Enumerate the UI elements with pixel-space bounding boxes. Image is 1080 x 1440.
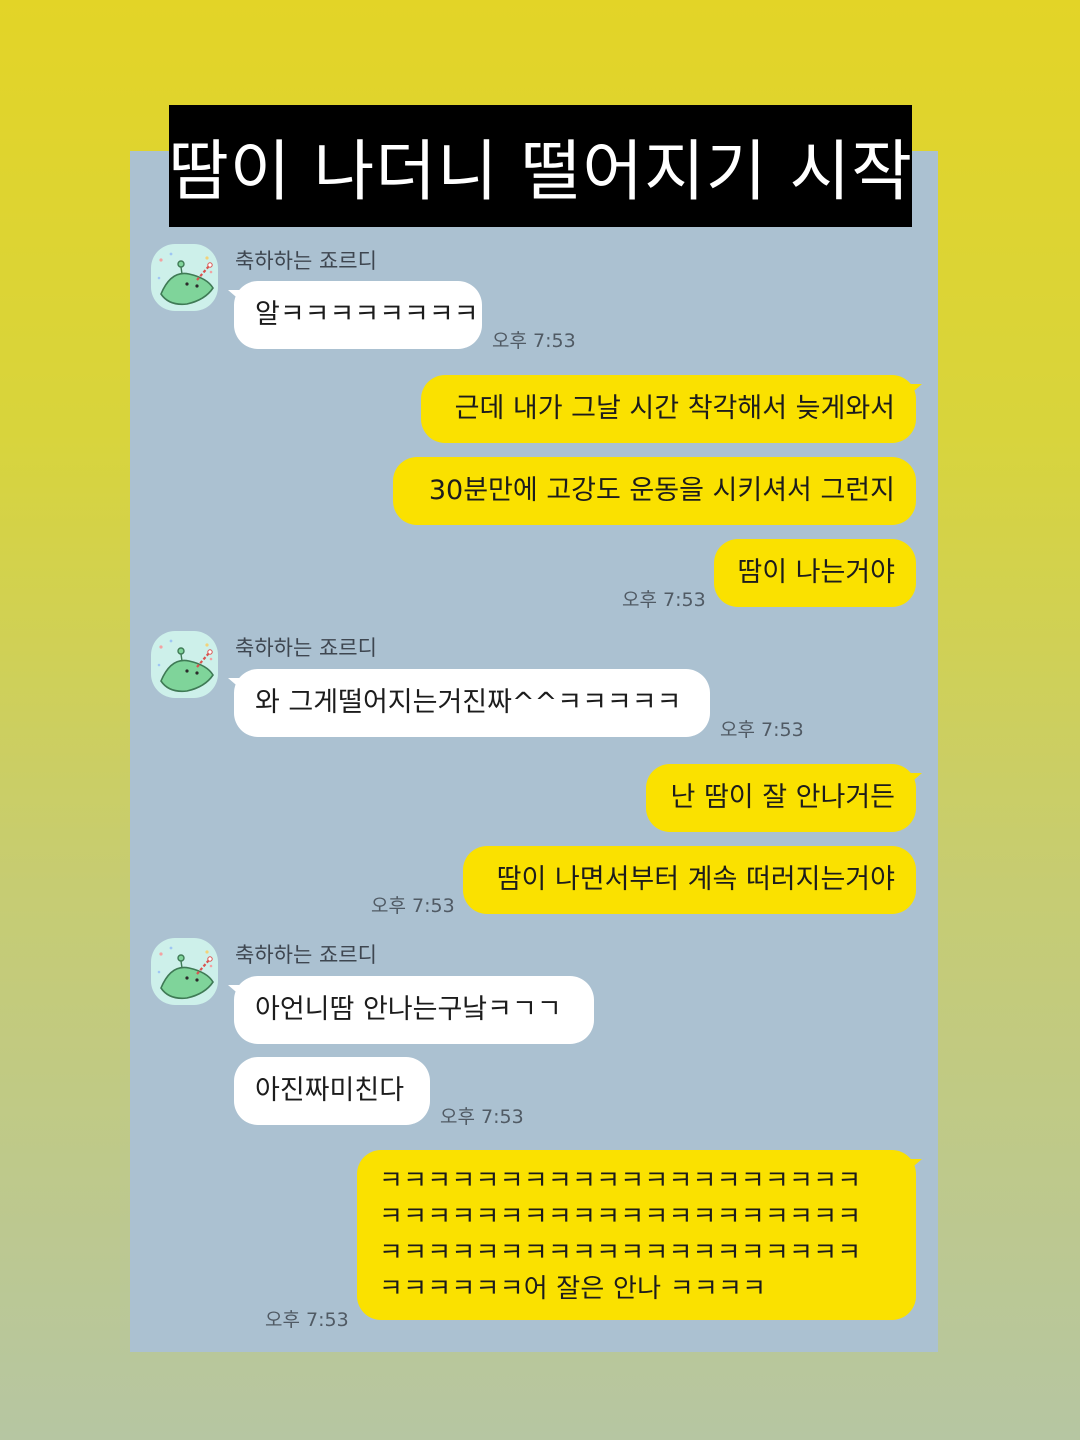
message-time: 오후 7:53	[622, 589, 706, 611]
message-bubble[interactable]: 난 땀이 잘 안나거든	[646, 764, 922, 832]
sender-name: 축하하는 죠르디	[235, 943, 377, 967]
jordy-dinosaur-icon	[157, 639, 214, 693]
message-time: 오후 7:53	[720, 719, 804, 741]
avatar[interactable]	[151, 244, 218, 311]
message-bubble[interactable]: 알ㅋㅋㅋㅋㅋㅋㅋㅋ	[228, 281, 482, 349]
sender-name: 축하하는 죠르디	[235, 249, 377, 273]
message-bubble[interactable]: 땀이 나는거야	[714, 539, 916, 607]
message-time: 오후 7:53	[492, 330, 576, 352]
message-bubble[interactable]: 와 그게떨어지는거진짜^^ㅋㅋㅋㅋㅋ	[228, 669, 710, 737]
jordy-dinosaur-icon	[157, 252, 214, 306]
message-bubble[interactable]: 근데 내가 그날 시간 착각해서 늦게와서	[421, 375, 922, 443]
message-bubble[interactable]: 아진짜미친다	[234, 1057, 430, 1125]
avatar[interactable]	[151, 631, 218, 698]
message-time: 오후 7:53	[440, 1106, 524, 1128]
message-bubble[interactable]: 땀이 나면서부터 계속 떠러지는거야	[463, 846, 916, 914]
message-bubble[interactable]: 아언니땀 안나는구낰ㅋㄱㄱ	[228, 976, 594, 1044]
message-time: 오후 7:53	[371, 895, 455, 917]
avatar[interactable]	[151, 938, 218, 1005]
message-time: 오후 7:53	[265, 1309, 349, 1331]
message-bubble[interactable]: ㅋㅋㅋㅋㅋㅋㅋㅋㅋㅋㅋㅋㅋㅋㅋㅋㅋㅋㅋㅋ ㅋㅋㅋㅋㅋㅋㅋㅋㅋㅋㅋㅋㅋㅋㅋㅋㅋㅋㅋ…	[357, 1150, 922, 1320]
page-title: 땀이 나더니 떨어지기 시작	[168, 105, 912, 227]
jordy-dinosaur-icon	[157, 946, 214, 1000]
sender-name: 축하하는 죠르디	[235, 636, 377, 660]
message-bubble[interactable]: 30분만에 고강도 운동을 시키셔서 그런지	[393, 457, 916, 525]
